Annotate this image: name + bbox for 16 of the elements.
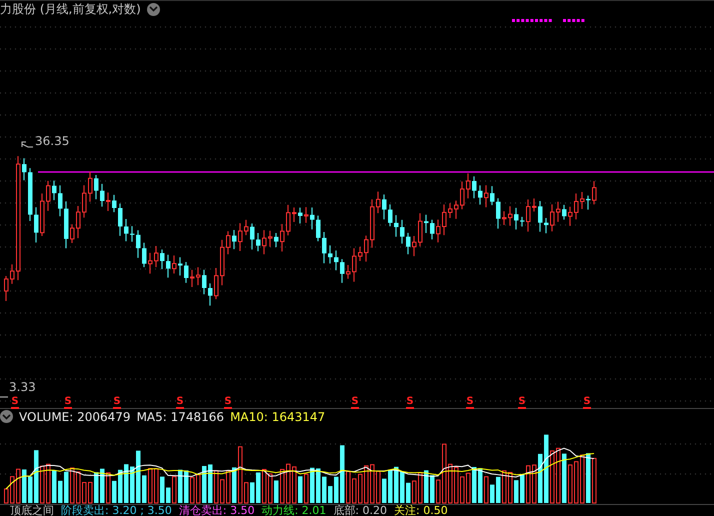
volume-stat: MA10: 1643147: [230, 410, 326, 424]
dropdown-icon[interactable]: [0, 410, 13, 423]
low-marker-drawing: [0, 396, 8, 398]
indicator-value: 阶段卖出: 3.20 ; 3.50: [61, 505, 172, 516]
indicator-value: 关注: 0.50: [394, 505, 448, 516]
volume-stat: MA5: 1748166: [136, 410, 224, 424]
indicator-value: 清仓卖出: 3.50: [178, 505, 255, 516]
low-price-label: 3.33: [9, 381, 36, 393]
high-marker-drawing: [22, 142, 34, 148]
high-price-label: 36.35: [35, 135, 70, 147]
chart-title: 力股份 (月线,前复权,对数): [0, 2, 141, 16]
dropdown-icon[interactable]: [146, 2, 160, 16]
indicator-value: 顶底之间: [10, 505, 54, 516]
indicator-value: 底部: 0.20: [333, 505, 387, 516]
indicator-value: 动力线: 2.01: [262, 505, 326, 516]
volume-stat: VOLUME: 2006479: [19, 410, 131, 424]
